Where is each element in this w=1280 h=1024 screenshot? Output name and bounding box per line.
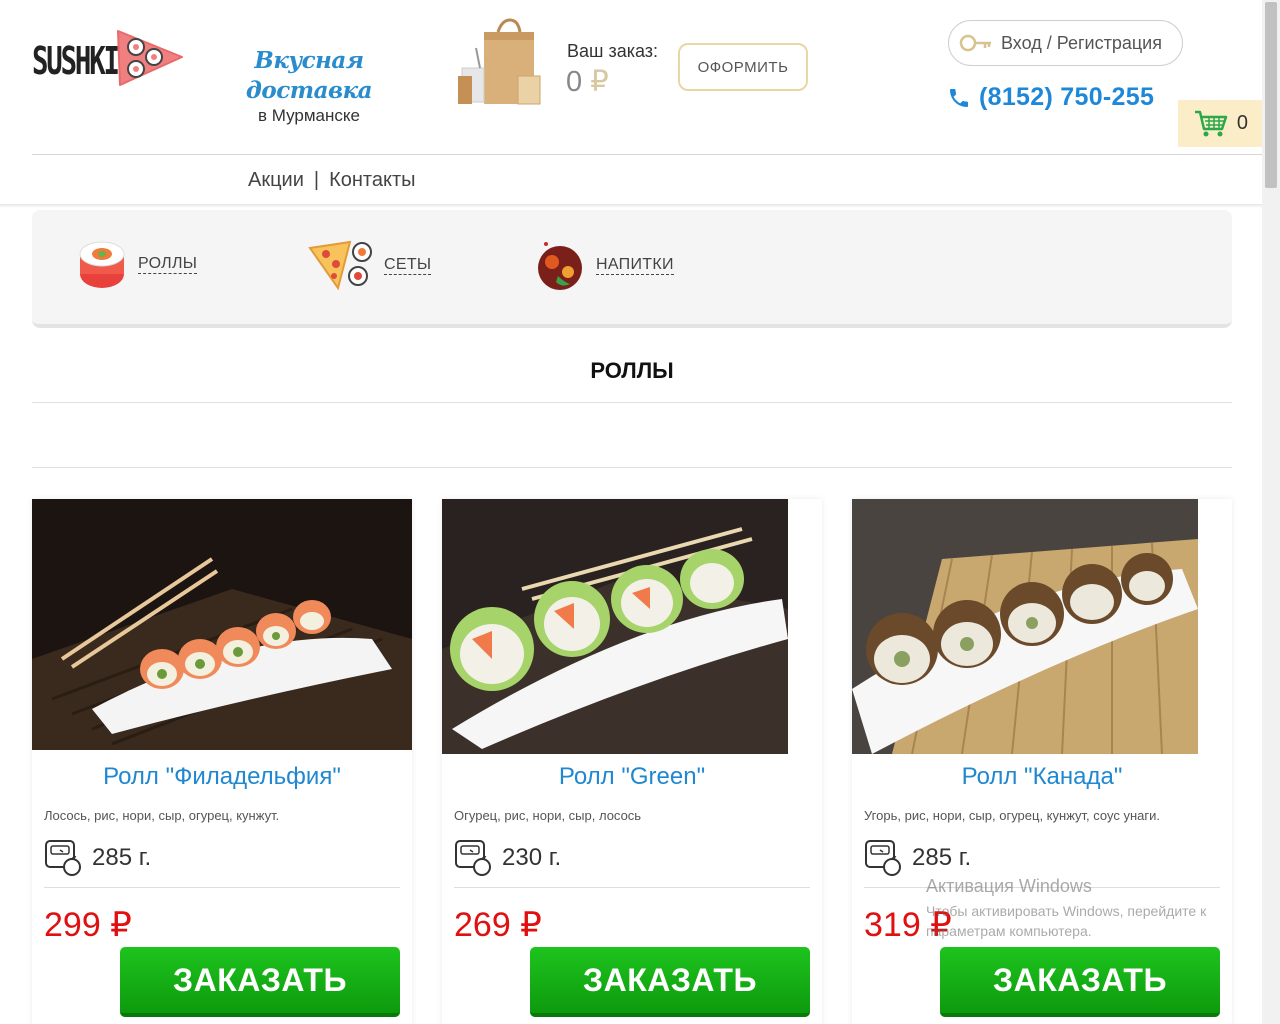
- logo-text: SUSHKI: [32, 39, 120, 83]
- order-sum: 0 ₽: [566, 64, 609, 99]
- login-button[interactable]: Вход / Регистрация: [948, 20, 1183, 66]
- nav-item-promotions[interactable]: Акции: [248, 169, 304, 192]
- product-photo[interactable]: [852, 499, 1198, 754]
- product-weight-value: 285 г.: [92, 844, 152, 871]
- category-sets-label: СЕТЫ: [384, 255, 432, 275]
- header-divider: [32, 154, 1262, 155]
- order-button[interactable]: ЗАКАЗАТЬ: [530, 947, 810, 1017]
- product-photo[interactable]: [442, 499, 788, 754]
- page: SUSHKI Вкусная доставка в Мурманске Ваш …: [0, 0, 1280, 1024]
- product-card: Ролл "Канада" Угорь, рис, нори, сыр, огу…: [852, 499, 1232, 1024]
- product-price: 299 ₽: [44, 906, 132, 944]
- order-sum-value: 0: [566, 66, 583, 98]
- logo[interactable]: SUSHKI: [32, 17, 190, 105]
- category-bar: РОЛЛЫ СЕТЫ НАПИТКИ: [32, 210, 1232, 328]
- product-description: Лосось, рис, нори, сыр, огурец, кунжут.: [44, 808, 280, 823]
- section-divider-bottom: [32, 467, 1232, 468]
- card-divider: [454, 887, 810, 888]
- card-divider: [44, 887, 400, 888]
- drinks-icon: [538, 242, 582, 290]
- category-drinks[interactable]: НАПИТКИ: [536, 238, 674, 292]
- product-weight-value: 230 г.: [502, 844, 562, 871]
- nav-separator: |: [313, 169, 320, 191]
- phone-number: (8152) 750-255: [979, 83, 1155, 111]
- product-weight-value: 285 г.: [912, 844, 972, 871]
- tagline: Вкусная доставка в Мурманске: [204, 46, 414, 126]
- tagline-sub: в Мурманске: [258, 106, 360, 125]
- card-divider: [864, 887, 1220, 888]
- product-weight: 230 г.: [454, 839, 561, 877]
- key-icon: [959, 34, 991, 52]
- category-rolls[interactable]: РОЛЛЫ: [78, 238, 198, 290]
- nav-item-contacts[interactable]: Контакты: [329, 169, 415, 192]
- logo-icon: [117, 30, 183, 86]
- order-button[interactable]: ЗАКАЗАТЬ: [940, 947, 1220, 1017]
- weight-scale-icon: [865, 840, 901, 876]
- pizza-set-icon: [308, 240, 372, 291]
- product-weight: 285 г.: [44, 839, 151, 877]
- product-weight: 285 г.: [864, 839, 971, 877]
- section-divider-top: [32, 402, 1232, 403]
- product-card: Ролл "Green" Огурец, рис, нори, сыр, лос…: [442, 499, 822, 1024]
- weight-scale-icon: [45, 840, 81, 876]
- order-button[interactable]: ЗАКАЗАТЬ: [120, 947, 400, 1017]
- product-description: Огурец, рис, нори, сыр, лосось: [454, 808, 642, 823]
- phone[interactable]: (8152) 750-255: [947, 83, 1154, 112]
- section-title: РОЛЛЫ: [590, 358, 674, 383]
- product-price: 319 ₽: [864, 906, 952, 944]
- order-sum-currency: ₽: [590, 66, 609, 98]
- product-title[interactable]: Ролл "Канада": [852, 763, 1232, 791]
- scrollbar-thumb[interactable]: [1265, 2, 1277, 188]
- tagline-main: Вкусная доставка: [245, 47, 373, 104]
- category-rolls-label: РОЛЛЫ: [138, 254, 198, 274]
- product-photo[interactable]: [32, 499, 412, 750]
- top-nav: Акции | Контакты: [248, 169, 415, 192]
- order-label: Ваш заказ:: [567, 41, 659, 61]
- roll-icon: [79, 241, 125, 288]
- product-title[interactable]: Ролл "Филадельфия": [32, 763, 412, 791]
- product-title[interactable]: Ролл "Green": [442, 763, 822, 791]
- cart-icon: [1195, 110, 1228, 136]
- weight-scale-icon: [455, 840, 491, 876]
- product-card: Ролл "Филадельфия" Лосось, рис, нори, сы…: [32, 499, 412, 1024]
- category-sets[interactable]: СЕТЫ: [306, 238, 432, 292]
- cart-count: 0: [1236, 112, 1248, 134]
- category-drinks-label: НАПИТКИ: [596, 255, 674, 275]
- phone-icon: [950, 88, 968, 107]
- checkout-button[interactable]: ОФОРМИТЬ: [678, 43, 808, 91]
- cart-button[interactable]: 0: [1178, 100, 1262, 147]
- header-shadow: [0, 204, 1262, 208]
- product-description: Угорь, рис, нори, сыр, огурец, кунжут, с…: [864, 808, 1160, 823]
- product-price: 269 ₽: [454, 906, 542, 944]
- bag-icon: [458, 18, 541, 105]
- login-label: Вход / Регистрация: [1001, 32, 1162, 53]
